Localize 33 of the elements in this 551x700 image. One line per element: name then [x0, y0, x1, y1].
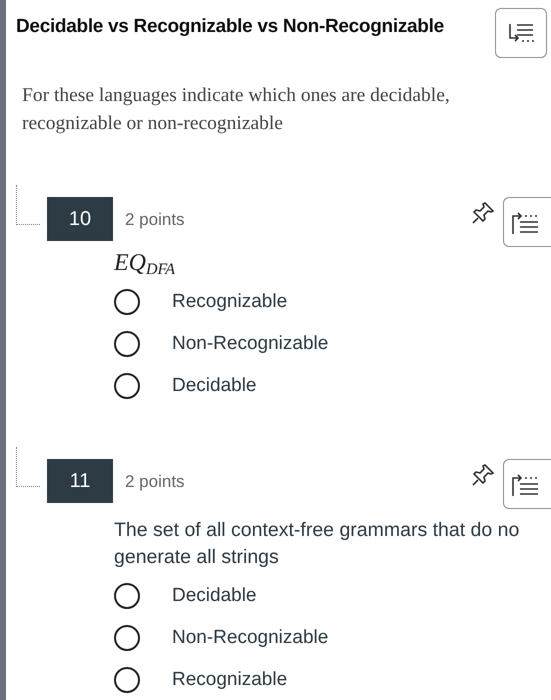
corner-marker	[16, 184, 40, 225]
answer-option[interactable]: Recognizable	[114, 659, 551, 700]
radio-button[interactable]	[114, 373, 140, 400]
radio-button[interactable]	[114, 289, 140, 316]
answer-option[interactable]: Recognizable	[114, 281, 551, 324]
option-label: Non-Recognizable	[172, 332, 328, 356]
pin-icon[interactable]	[471, 200, 495, 225]
page-title: Decidable vs Recognizable vs Non-Recognizable	[16, 16, 444, 39]
option-label: Decidable	[172, 584, 256, 608]
corner-marker	[16, 447, 40, 488]
answer-option[interactable]: Decidable	[114, 575, 551, 618]
answer-option[interactable]: Non-Recognizable	[114, 617, 551, 660]
option-label: Decidable	[172, 374, 256, 398]
radio-button[interactable]	[114, 583, 140, 610]
answer-option[interactable]: Non-Recognizable	[114, 323, 551, 366]
radio-button[interactable]	[114, 667, 140, 694]
math-prompt: EQ$_{DFA}$	[114, 248, 176, 278]
answer-option[interactable]: Decidable	[114, 365, 551, 408]
question-text: The set of all context-free grammars that do no generate all strings	[114, 518, 520, 570]
pin-icon[interactable]	[471, 463, 495, 488]
outline-button[interactable]	[503, 196, 551, 247]
outline-button[interactable]	[495, 8, 547, 58]
question-number: 11	[47, 459, 113, 504]
outline-button[interactable]	[503, 459, 551, 510]
option-label: Recognizable	[172, 668, 288, 692]
description-text: For these languages indicate which ones are decidable, recognizable or non-recognizable	[22, 84, 451, 136]
points-label: 2 points	[125, 471, 185, 494]
points-label: 2 points	[125, 208, 185, 231]
option-label: Recognizable	[172, 290, 288, 314]
question-number: 10	[47, 196, 113, 241]
option-label: Non-Recognizable	[172, 626, 328, 650]
radio-button[interactable]	[114, 331, 140, 358]
radio-button[interactable]	[114, 625, 140, 652]
